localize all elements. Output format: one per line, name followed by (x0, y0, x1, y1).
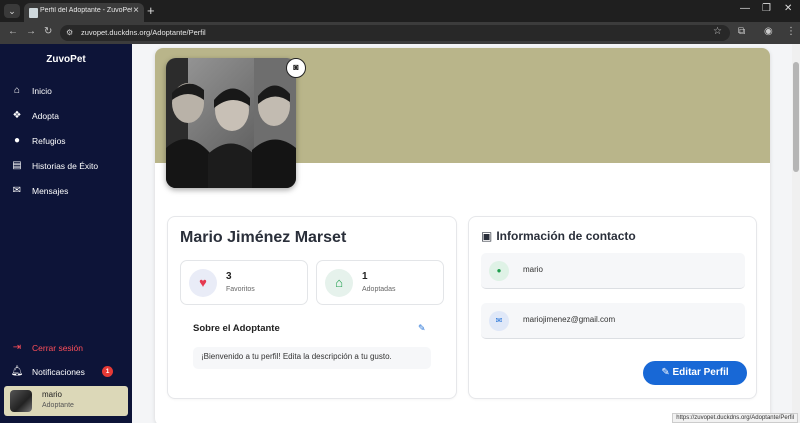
map-marker-icon: ● (13, 135, 21, 146)
notifications-count-badge: 1 (102, 366, 113, 377)
id-card-icon: ▣ (481, 229, 493, 243)
close-window-icon[interactable]: ✕ (784, 3, 792, 14)
stat-value: 1 (362, 271, 368, 282)
stat-favoritos[interactable]: ♥ 3 Favoritos (180, 260, 308, 305)
contact-username-row: ● mario (481, 253, 745, 289)
stat-label: Favoritos (226, 286, 255, 293)
profile-icon[interactable]: ◉ (764, 26, 773, 37)
minimize-icon[interactable]: — (740, 3, 750, 14)
restore-icon[interactable]: ❐ (762, 3, 771, 14)
new-tab-icon[interactable]: + (147, 3, 155, 18)
address-bar[interactable]: ⚙ zuvopet.duckdns.org/Adoptante/Perfil ☆ (60, 25, 730, 41)
paw-icon: ❖ (12, 110, 22, 121)
sidebar-item-inicio[interactable]: ⌂ Inicio (10, 84, 128, 100)
sidebar-item-label: Refugios (32, 136, 66, 146)
envelope-icon: ✉ (489, 311, 509, 331)
sidebar-item-label: Adopta (32, 111, 59, 121)
tab-strip: ⌄ Perfil del Adoptante - ZuvoPet × + — ❐… (0, 0, 800, 22)
profile-photo-image (166, 58, 296, 188)
reload-icon[interactable]: ↻ (44, 26, 52, 37)
logout-icon: ⇥ (12, 342, 22, 353)
profile-photo[interactable] (166, 58, 296, 188)
contact-panel: ▣ Información de contacto ● mario ✉ mario… (468, 216, 757, 399)
brand-logo[interactable]: ZuvoPet (0, 54, 132, 65)
contact-email: mariojimenez@gmail.com (523, 315, 616, 324)
user-card[interactable]: mario Adoptante (4, 386, 128, 416)
status-bar-url: https://zuvopet.duckdns.org/Adoptante/Pe… (672, 413, 798, 423)
sidebar-item-mensajes[interactable]: ✉ Mensajes (10, 184, 128, 200)
user-icon: ● (489, 261, 509, 281)
sidebar: ZuvoPet ⌂ Inicio ❖ Adopta ● Refugios ▤ H… (0, 44, 132, 423)
user-edit-icon: ✎ (661, 367, 673, 378)
sidebar-item-label: Mensajes (32, 186, 69, 196)
site-info-icon[interactable]: ⚙ (66, 28, 73, 37)
notifications-button[interactable]: 🔔︎ Notificaciones 1 (10, 365, 128, 381)
profile-full-name: Mario Jiménez Marset (180, 229, 347, 246)
logout-button[interactable]: ⇥ Cerrar sesión (10, 341, 128, 357)
profile-info-panel: Mario Jiménez Marset ♥ 3 Favoritos ⌂ 1 A… (167, 216, 457, 399)
notifications-label: Notificaciones (32, 367, 85, 377)
profile-card: ◙ Mario Jiménez Marset ♥ 3 Favoritos ⌂ 1… (155, 48, 770, 423)
sidebar-item-historias[interactable]: ▤ Historias de Éxito (10, 159, 128, 175)
close-tab-icon[interactable]: × (133, 5, 139, 16)
contact-email-row: ✉ mariojimenez@gmail.com (481, 303, 745, 339)
stat-adoptadas[interactable]: ⌂ 1 Adoptadas (316, 260, 444, 305)
bell-icon: 🔔︎ (10, 366, 24, 377)
logout-label: Cerrar sesión (32, 343, 84, 353)
tab-search-icon[interactable]: ⌄ (4, 4, 20, 18)
sidebar-item-label: Inicio (32, 86, 52, 96)
sidebar-item-refugios[interactable]: ● Refugios (10, 134, 128, 150)
change-photo-camera-icon[interactable]: ◙ (286, 58, 306, 78)
browser-toolbar: ← → ↻ ⚙ zuvopet.duckdns.org/Adoptante/Pe… (0, 22, 800, 44)
contact-username: mario (523, 265, 544, 274)
book-icon: ▤ (12, 160, 22, 171)
home-icon: ⌂ (13, 85, 21, 96)
page-content: ZuvoPet ⌂ Inicio ❖ Adopta ● Refugios ▤ H… (0, 44, 800, 423)
edit-profile-button[interactable]: ✎ Editar Perfil (643, 361, 747, 385)
contact-title: ▣ Información de contacto (481, 229, 636, 243)
page-scrollbar[interactable] (792, 44, 800, 423)
browser-window: ⌄ Perfil del Adoptante - ZuvoPet × + — ❐… (0, 0, 800, 423)
stat-value: 3 (226, 271, 232, 282)
avatar (10, 390, 32, 412)
contact-title-text: Información de contacto (496, 229, 636, 243)
url-text: zuvopet.duckdns.org/Adoptante/Perfil (81, 28, 206, 37)
bookmark-star-icon[interactable]: ☆ (713, 26, 722, 37)
back-icon[interactable]: ← (8, 26, 18, 37)
stat-label: Adoptadas (362, 286, 396, 293)
menu-icon[interactable]: ⋮ (786, 26, 796, 37)
page-favicon-icon (29, 8, 38, 18)
sidebar-item-adopta[interactable]: ❖ Adopta (10, 109, 128, 125)
tab-active[interactable]: Perfil del Adoptante - ZuvoPet × (24, 3, 144, 22)
tab-title: Perfil del Adoptante - ZuvoPet (40, 7, 132, 14)
about-description: ¡Bienvenido a tu perfil! Edita la descri… (193, 347, 431, 369)
heart-icon: ♥ (189, 269, 217, 297)
forward-icon[interactable]: → (26, 26, 36, 37)
edit-description-icon[interactable]: ✎ (418, 323, 426, 334)
scrollbar-thumb[interactable] (793, 62, 799, 172)
sidebar-item-label: Historias de Éxito (32, 161, 99, 171)
user-name: mario (42, 390, 63, 399)
user-role: Adoptante (42, 402, 74, 409)
edit-profile-label: Editar Perfil (672, 367, 729, 378)
chat-icon: ✉ (12, 185, 22, 196)
extensions-icon[interactable]: ⧉ (738, 26, 745, 37)
house-icon: ⌂ (325, 269, 353, 297)
about-title: Sobre el Adoptante (193, 323, 280, 334)
